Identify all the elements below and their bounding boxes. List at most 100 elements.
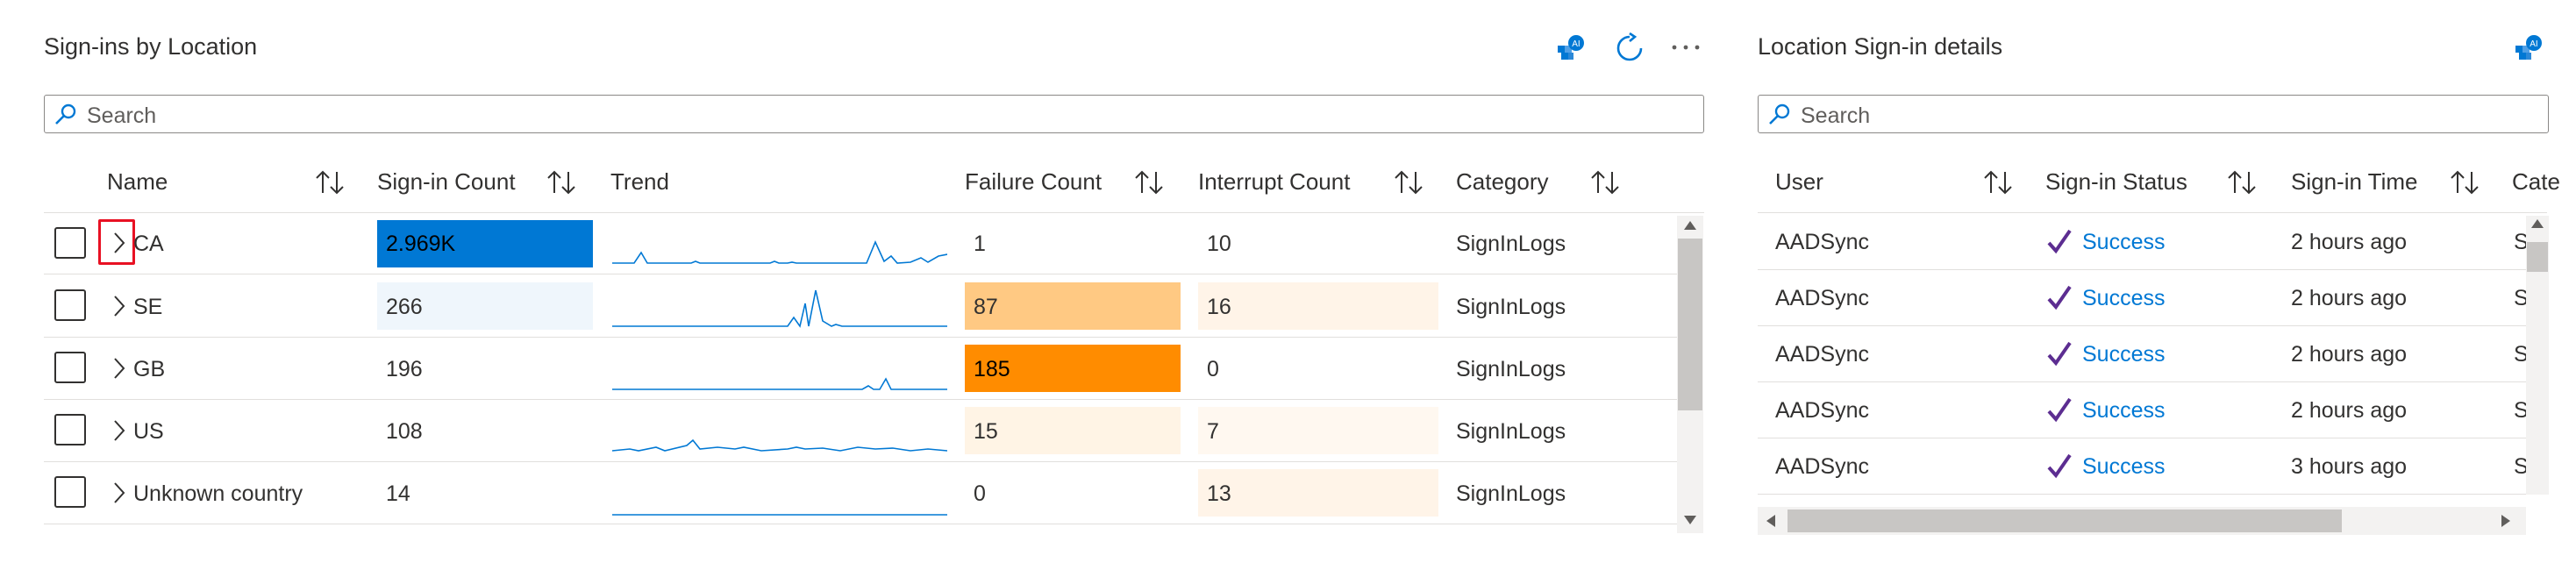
signin-time-value: 3 hours ago (2291, 454, 2408, 479)
interrupt-count-bar (1198, 407, 1438, 454)
column-header-name[interactable]: Name (107, 168, 168, 196)
row-divider (44, 399, 1677, 400)
signin-time-value: 2 hours ago (2291, 286, 2408, 310)
svg-text:AI: AI (1572, 39, 1580, 49)
location-name: CA (133, 232, 164, 256)
signin-count-value: 14 (386, 481, 410, 506)
chevron-right-icon[interactable] (111, 480, 128, 510)
scroll-right-icon[interactable] (2501, 515, 2510, 527)
scroll-up-icon[interactable] (2531, 219, 2544, 228)
scroll-down-icon[interactable] (1684, 516, 1696, 524)
scroll-up-icon[interactable] (1684, 221, 1696, 230)
interrupt-count-value: 0 (1207, 357, 1219, 381)
column-header-category[interactable]: Cate (2512, 168, 2560, 196)
sign-ins-by-location-title: Sign-ins by Location (44, 33, 258, 60)
signin-count-value: 266 (386, 295, 423, 319)
refresh-icon[interactable] (1614, 32, 1645, 64)
row-divider (1758, 269, 2526, 270)
sort-icon[interactable] (1393, 168, 1424, 201)
signin-time-value: 2 hours ago (2291, 398, 2408, 423)
sort-icon[interactable] (314, 168, 346, 201)
category-value: SignInLogs (1456, 357, 1566, 381)
column-header-user[interactable]: User (1775, 168, 1823, 196)
search-placeholder: Search (1801, 103, 1871, 128)
column-header-signin-count[interactable]: Sign-in Count (377, 168, 516, 196)
location-name: Unknown country (133, 481, 303, 506)
vertical-scrollbar[interactable] (2526, 216, 2549, 495)
category-value: SignInLogs (1456, 232, 1566, 256)
sort-icon[interactable] (1982, 168, 2014, 201)
signin-count-value: 196 (386, 357, 423, 381)
category-value: SignInLogs (1456, 481, 1566, 506)
failure-count-value: 15 (974, 419, 998, 444)
column-header-category[interactable]: Category (1456, 168, 1549, 196)
user-value: AADSync (1775, 286, 1869, 310)
category-value: SignInLogs (1456, 419, 1566, 444)
trend-sparkline (612, 514, 947, 516)
interrupt-count-value: 16 (1207, 295, 1231, 319)
checkmark-icon (2047, 229, 2072, 254)
chevron-right-icon[interactable] (111, 293, 128, 324)
user-value: AADSync (1775, 454, 1869, 479)
chevron-right-icon[interactable] (111, 355, 128, 386)
signin-status-value[interactable]: Success (2082, 340, 2165, 368)
details-search-input[interactable]: Search (1758, 95, 2549, 133)
user-value: AADSync (1775, 230, 1869, 254)
search-icon (55, 103, 76, 125)
signin-status-value[interactable]: Success (2082, 396, 2165, 424)
location-name: US (133, 419, 164, 444)
scrollbar-thumb[interactable] (1678, 239, 1702, 410)
row-divider (1758, 325, 2526, 326)
row-checkbox[interactable] (54, 227, 86, 259)
column-header-signin-status[interactable]: Sign-in Status (2045, 168, 2187, 196)
sort-icon[interactable] (1589, 168, 1621, 201)
signin-status-value[interactable]: Success (2082, 284, 2165, 312)
row-checkbox[interactable] (54, 289, 86, 321)
row-checkbox[interactable] (54, 414, 86, 445)
location-signin-details-title: Location Sign-in details (1758, 33, 2003, 60)
location-name: GB (133, 357, 166, 381)
checkmark-icon (2047, 285, 2072, 310)
insights-icon[interactable]: AI (2514, 33, 2544, 63)
interrupt-count-bar (1198, 282, 1438, 330)
sort-icon[interactable] (2449, 168, 2480, 201)
row-divider (1758, 381, 2526, 382)
search-icon (1769, 103, 1790, 125)
interrupt-count-bar (1198, 469, 1438, 517)
insights-icon[interactable]: AI (1556, 33, 1586, 63)
scrollbar-thumb[interactable] (2527, 242, 2548, 272)
scrollbar-thumb[interactable] (1788, 510, 2342, 532)
signin-status-value[interactable]: Success (2082, 453, 2165, 481)
checkmark-icon (2047, 397, 2072, 423)
row-divider (1758, 494, 2526, 495)
row-checkbox[interactable] (54, 352, 86, 383)
location-search-input[interactable]: Search (44, 95, 1704, 133)
sort-icon[interactable] (546, 168, 577, 201)
row-checkbox[interactable] (54, 476, 86, 508)
interrupt-count-value: 7 (1207, 419, 1219, 444)
interrupt-count-value: 10 (1207, 232, 1231, 256)
signin-count-value: 108 (386, 419, 423, 444)
trend-sparkline (612, 438, 947, 452)
failure-count-value: 185 (974, 357, 1010, 381)
header-divider (1758, 212, 2547, 213)
sort-icon[interactable] (2226, 168, 2258, 201)
sort-icon[interactable] (1133, 168, 1165, 201)
column-header-trend[interactable]: Trend (610, 168, 669, 196)
row-divider (44, 337, 1677, 338)
column-header-signin-time[interactable]: Sign-in Time (2291, 168, 2418, 196)
more-icon[interactable] (1670, 39, 1702, 56)
signin-time-value: 2 hours ago (2291, 230, 2408, 254)
signin-status-value[interactable]: Success (2082, 228, 2165, 256)
failure-count-value: 87 (974, 295, 998, 319)
horizontal-scrollbar[interactable] (1758, 507, 2526, 535)
search-placeholder: Search (87, 103, 157, 128)
location-name: SE (133, 295, 163, 319)
column-header-interrupt-count[interactable]: Interrupt Count (1198, 168, 1350, 196)
svg-text:AI: AI (2530, 39, 2537, 49)
signin-time-value: 2 hours ago (2291, 342, 2408, 367)
scroll-left-icon[interactable] (1766, 515, 1775, 527)
vertical-scrollbar[interactable] (1677, 216, 1703, 533)
chevron-right-icon[interactable] (111, 417, 128, 448)
column-header-failure-count[interactable]: Failure Count (965, 168, 1102, 196)
